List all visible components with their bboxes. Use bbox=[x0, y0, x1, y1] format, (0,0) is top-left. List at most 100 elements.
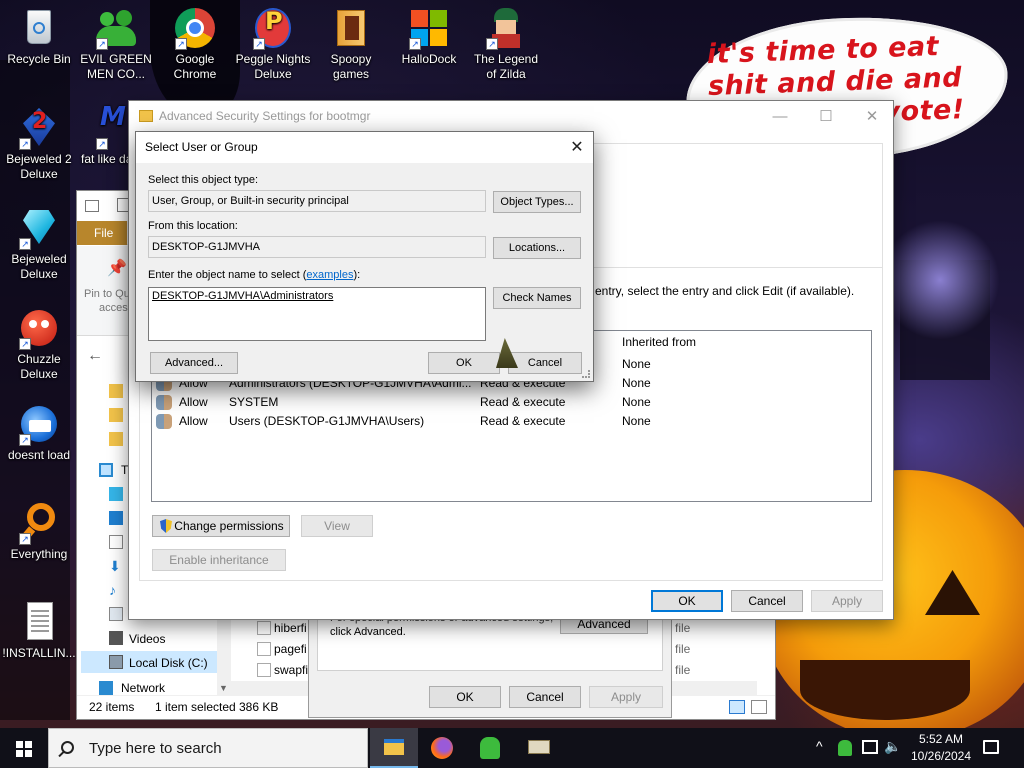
desktop-icon-installing[interactable]: !INSTALLIN... bbox=[1, 602, 77, 661]
network-icon[interactable] bbox=[862, 740, 878, 754]
users-group-icon bbox=[156, 414, 172, 429]
change-permissions-button[interactable]: Change permissions bbox=[152, 515, 290, 537]
apply-button[interactable]: Apply bbox=[589, 686, 663, 708]
advanced-button[interactable]: Advanced... bbox=[150, 352, 238, 374]
file-name[interactable]: hiberfi bbox=[274, 618, 307, 638]
desktop-icon-legend-of-zilda[interactable]: ↗ The Legend of Zilda bbox=[468, 8, 544, 82]
nav-scrollbar[interactable]: ▼ bbox=[217, 611, 231, 701]
entry-inherited: None bbox=[622, 414, 651, 428]
folder-icon bbox=[109, 408, 123, 422]
chrome-icon: ↗ bbox=[175, 8, 215, 50]
taskbar-green-men[interactable] bbox=[466, 728, 514, 768]
pin-icon: 📌 bbox=[107, 260, 127, 277]
file-name[interactable]: swapfi bbox=[274, 660, 308, 680]
large-icons-view-icon[interactable] bbox=[751, 700, 767, 714]
column-header-inherited[interactable]: Inherited from bbox=[622, 335, 696, 349]
ok-button[interactable]: OK bbox=[651, 590, 723, 612]
recycle-bin-icon bbox=[19, 8, 59, 48]
this-pc-icon bbox=[99, 463, 113, 477]
file-name[interactable]: pagefi bbox=[274, 639, 307, 659]
bejeweled-2-icon: 2 ↗ bbox=[19, 108, 59, 150]
desktop-icon-recycle-bin[interactable]: Recycle Bin bbox=[1, 8, 77, 67]
taskbar-time[interactable]: 5:52 AM bbox=[914, 732, 968, 746]
desktop-icon-bejeweled[interactable]: ↗ Bejeweled Deluxe bbox=[1, 208, 77, 282]
maximize-icon[interactable]: ☐ bbox=[803, 101, 849, 132]
shortcut-arrow-icon: ↗ bbox=[253, 38, 265, 50]
file-explorer-icon bbox=[384, 739, 404, 755]
enable-inheritance-button[interactable]: Enable inheritance bbox=[152, 549, 286, 571]
desktop-icon-google-chrome[interactable]: ↗ Google Chrome bbox=[157, 8, 233, 82]
resize-grip-icon[interactable] bbox=[582, 370, 590, 378]
desktop-icon-everything[interactable]: ↗ Everything bbox=[1, 503, 77, 562]
taskbar-app[interactable] bbox=[514, 728, 562, 768]
file-tab[interactable]: File bbox=[77, 221, 127, 245]
start-button[interactable] bbox=[0, 728, 48, 768]
details-view-icon[interactable] bbox=[729, 700, 745, 714]
file-icon bbox=[257, 621, 271, 635]
shortcut-arrow-icon: ↗ bbox=[19, 338, 31, 350]
check-names-button[interactable]: Check Names bbox=[493, 287, 581, 309]
ok-button[interactable]: OK bbox=[429, 686, 501, 708]
instruction-text: entry, select the entry and click Edit (… bbox=[595, 284, 855, 298]
window-title: Advanced Security Settings for bootmgr bbox=[159, 109, 371, 123]
location-label: From this location: bbox=[148, 220, 238, 232]
object-name-input[interactable]: DESKTOP-G1JMVHA\Administrators bbox=[148, 287, 486, 341]
apply-button[interactable]: Apply bbox=[811, 590, 883, 612]
cancel-button[interactable]: Cancel bbox=[509, 686, 581, 708]
desktop-icon-peggle-nights[interactable]: P ↗ Peggle Nights Deluxe bbox=[235, 8, 311, 82]
desktop-icon-spoopy-games[interactable]: Spoopy games bbox=[313, 8, 389, 82]
close-icon[interactable]: ✕ bbox=[849, 101, 895, 132]
cancel-button[interactable]: Cancel bbox=[508, 352, 582, 374]
taskbar-file-explorer[interactable] bbox=[370, 728, 418, 768]
pin-label[interactable]: Pin to Qu bbox=[84, 288, 130, 300]
desktop-icon-hallodock[interactable]: ↗ HalloDock bbox=[391, 8, 467, 67]
desktop-icon-evil-green-men[interactable]: ↗ EVIL GREEN MEN CO... bbox=[78, 8, 154, 82]
documents-icon bbox=[109, 535, 123, 549]
taskbar-firefox[interactable] bbox=[418, 728, 466, 768]
desktop-icon-doesnt-load[interactable]: ↗ doesnt load bbox=[1, 404, 77, 463]
users-group-icon bbox=[156, 395, 172, 410]
show-hidden-icons[interactable]: ^ bbox=[816, 738, 823, 754]
nav-local-disk[interactable]: Local Disk (C:) bbox=[129, 653, 208, 673]
advanced-info-text-2: click Advanced. bbox=[330, 626, 406, 638]
permission-entry-row[interactable]: Allow SYSTEM Read & execute None bbox=[152, 393, 871, 412]
people-icon[interactable] bbox=[838, 740, 852, 756]
shortcut-arrow-icon: ↗ bbox=[19, 138, 31, 150]
ok-button[interactable]: OK bbox=[428, 352, 500, 374]
videos-icon bbox=[109, 631, 123, 645]
view-button[interactable]: View bbox=[301, 515, 373, 537]
object-name-value: DESKTOP-G1JMVHA\Administrators bbox=[152, 290, 334, 302]
desktop-icon-label: Chuzzle Deluxe bbox=[17, 352, 61, 381]
close-icon[interactable]: ✕ bbox=[561, 132, 593, 163]
cancel-button[interactable]: Cancel bbox=[731, 590, 803, 612]
notification-icon[interactable] bbox=[983, 740, 999, 754]
shortcut-arrow-icon: ↗ bbox=[96, 138, 108, 150]
volume-icon[interactable]: 🔈 bbox=[884, 738, 901, 755]
permissions-dialog[interactable]: For special permissions or advanced sett… bbox=[308, 604, 672, 718]
permission-entry-row[interactable]: Allow Users (DESKTOP-G1JMVHA\Users) Read… bbox=[152, 412, 871, 431]
desktop-folder-icon bbox=[109, 511, 123, 525]
select-user-or-group-dialog[interactable]: Select User or Group ✕ Select this objec… bbox=[135, 131, 594, 382]
nav-videos[interactable]: Videos bbox=[129, 629, 165, 649]
firefox-icon bbox=[431, 737, 453, 759]
file-type: file bbox=[675, 663, 691, 677]
desktop-icon-chuzzle[interactable]: ↗ Chuzzle Deluxe bbox=[1, 308, 77, 382]
locations-button[interactable]: Locations... bbox=[493, 237, 581, 259]
taskbar-date[interactable]: 10/26/2024 bbox=[906, 749, 976, 763]
object-type-field: User, Group, or Built-in security princi… bbox=[148, 190, 486, 212]
green-people-icon: ↗ bbox=[96, 8, 136, 50]
object-name-label-end: ): bbox=[353, 269, 361, 281]
entry-inherited: None bbox=[622, 357, 651, 371]
taskbar-search-box[interactable]: Type here to search bbox=[48, 728, 368, 768]
change-permissions-label: Change permissions bbox=[174, 519, 284, 533]
status-size: 386 KB bbox=[239, 700, 279, 714]
shortcut-arrow-icon: ↗ bbox=[409, 38, 421, 50]
examples-link[interactable]: examples bbox=[306, 269, 353, 281]
green-people-icon bbox=[480, 737, 500, 759]
folder-icon bbox=[109, 432, 123, 446]
object-types-button[interactable]: Object Types... bbox=[493, 191, 581, 213]
entry-access: Read & execute bbox=[480, 395, 566, 409]
downloads-icon: ⬇ bbox=[109, 558, 121, 574]
minimize-icon[interactable]: — bbox=[757, 101, 803, 132]
desktop-icon-bejeweled-2[interactable]: 2 ↗ Bejeweled 2 Deluxe bbox=[1, 108, 77, 182]
